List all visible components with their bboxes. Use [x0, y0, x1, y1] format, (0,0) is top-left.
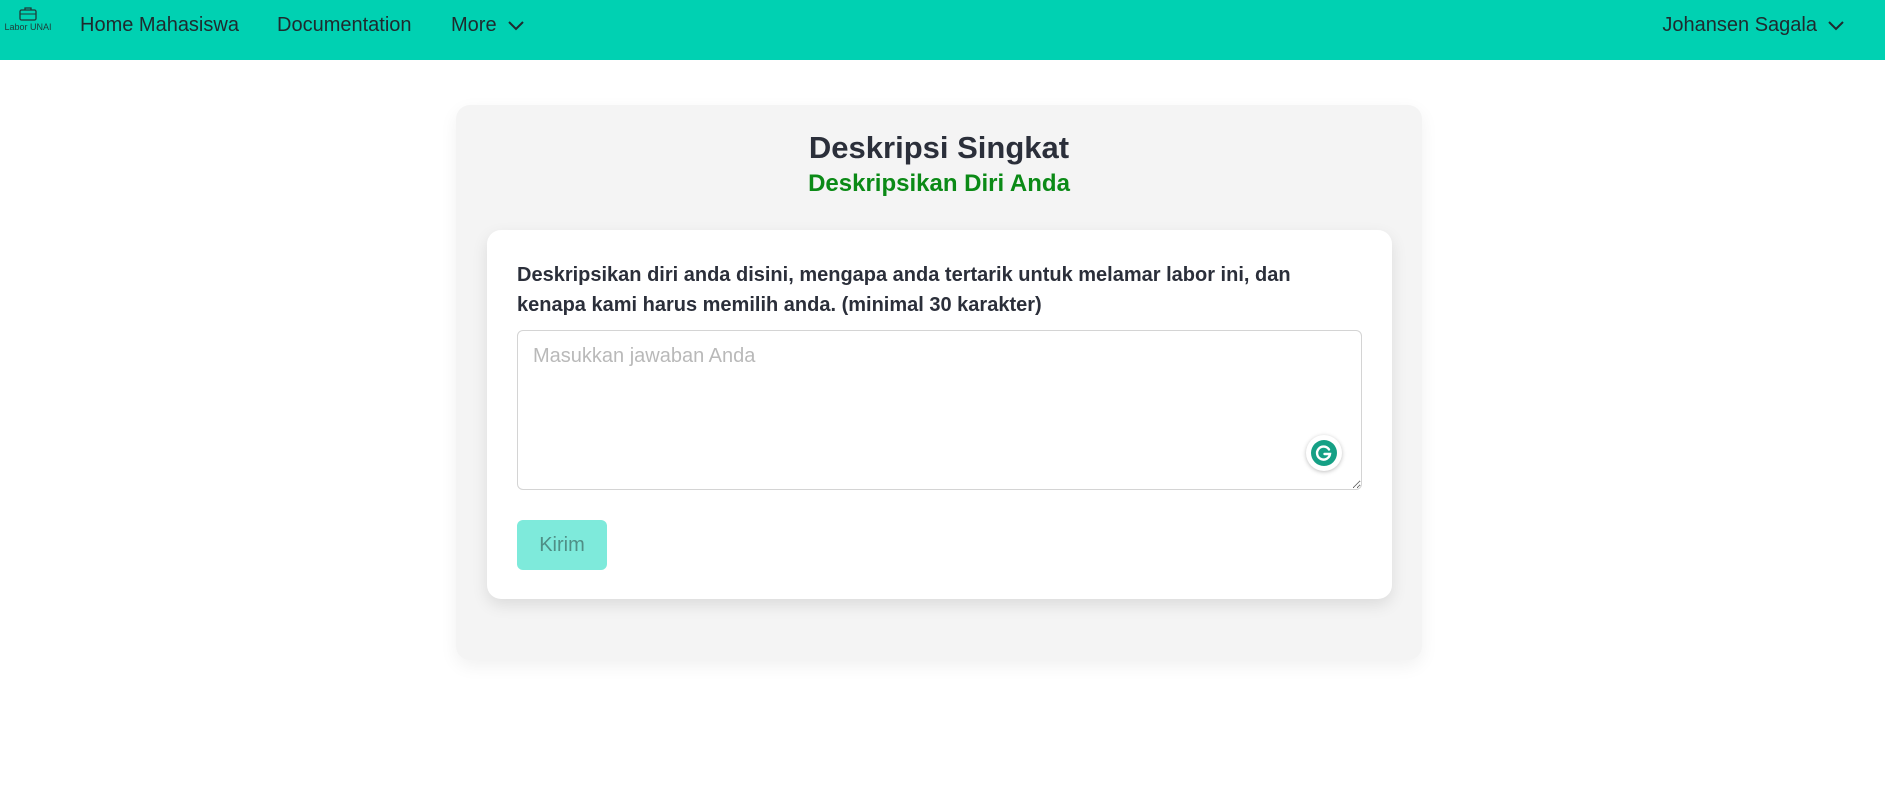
answer-textarea[interactable] [517, 330, 1362, 490]
nav-docs-label: Documentation [277, 13, 412, 36]
nav-user-label: Johansen Sagala [1662, 13, 1817, 36]
nav-user-dropdown[interactable]: Johansen Sagala [1662, 0, 1845, 50]
page-subtitle: Deskripsikan Diri Anda [808, 170, 1070, 197]
logo-text: Labor UNAI [4, 22, 52, 32]
site-logo[interactable]: Labor UNAI [4, 6, 52, 36]
question-label: Deskripsikan diri anda disini, mengapa a… [517, 264, 1291, 316]
nav-home-mahasiswa[interactable]: Home Mahasiswa [80, 0, 239, 50]
nav-home-label: Home Mahasiswa [80, 13, 239, 36]
top-navbar: Labor UNAI Home Mahasiswa Documentation … [0, 0, 1885, 60]
nav-more-dropdown[interactable]: More [451, 0, 525, 50]
chevron-down-icon [1827, 19, 1845, 31]
page-title: Deskripsi Singkat [808, 130, 1070, 165]
nav-documentation[interactable]: Documentation [277, 0, 412, 50]
submit-button[interactable]: Kirim [517, 520, 607, 570]
nav-more-label: More [451, 13, 497, 36]
briefcase-icon [19, 7, 37, 21]
chevron-down-icon [507, 19, 525, 31]
grammarly-icon[interactable] [1306, 435, 1342, 471]
